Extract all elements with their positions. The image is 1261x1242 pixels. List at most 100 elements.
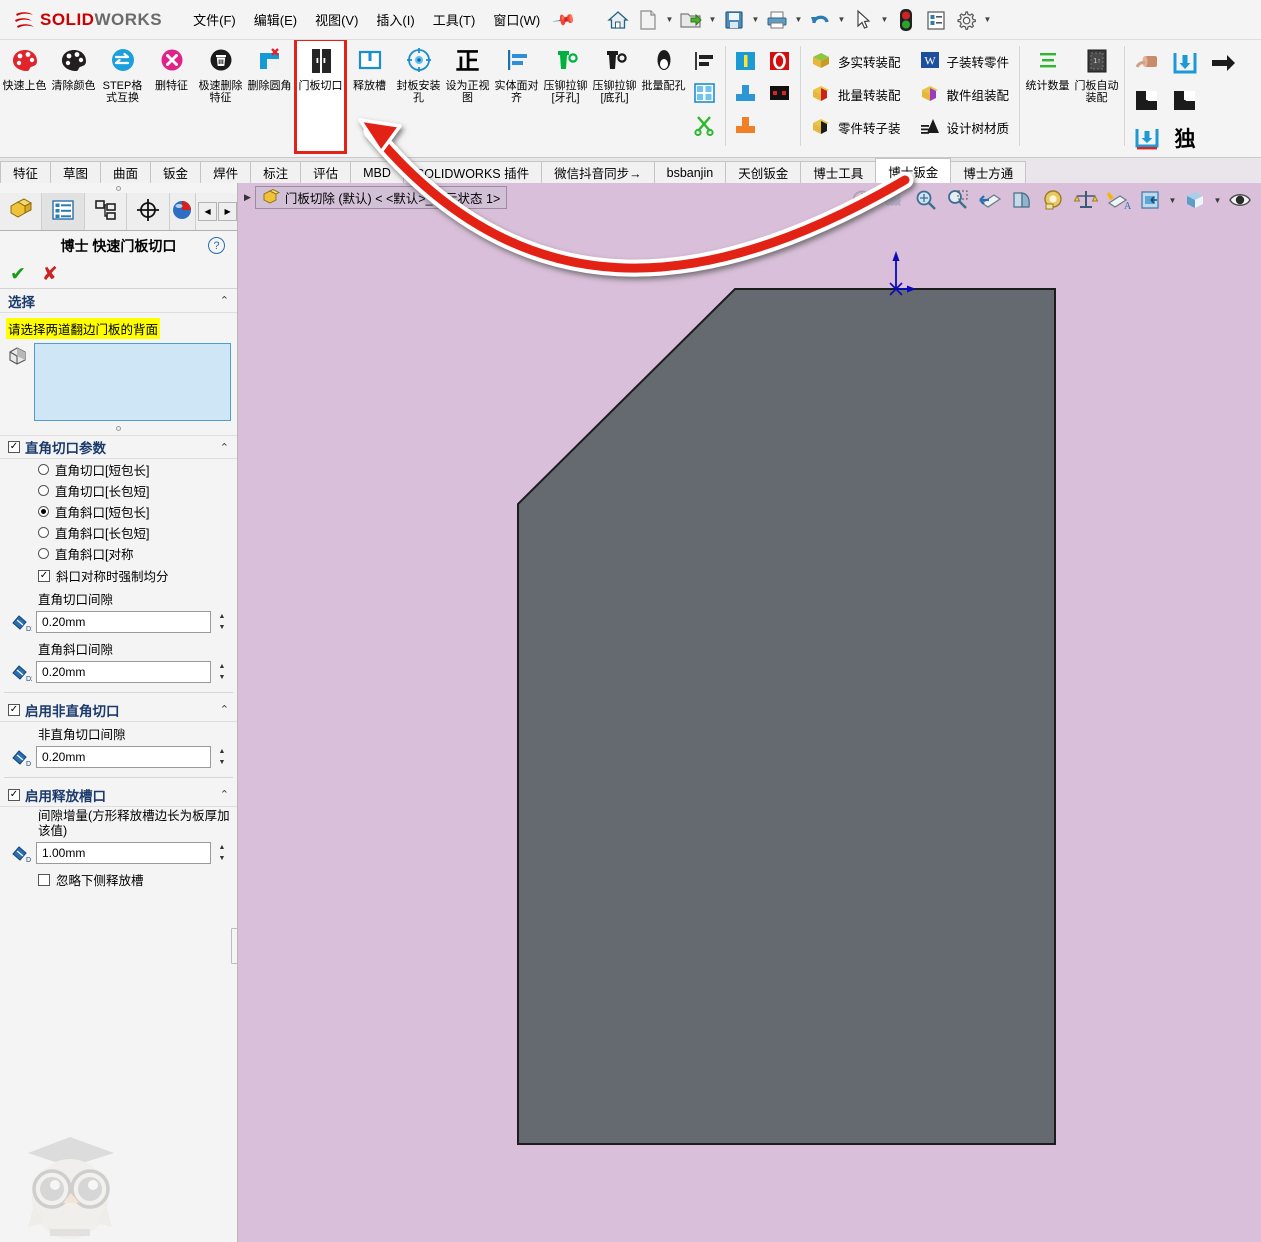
radio-right-angle-bevel-short-wrap-long[interactable] (38, 506, 49, 517)
ribbon-button-delete-fillet[interactable]: 删除圆角 (245, 40, 294, 152)
menu-file[interactable]: 文件(F) (184, 7, 245, 32)
ribbon-button-set-front-view[interactable]: 正 设为正视图 (443, 40, 492, 152)
select-arrow-caret-icon[interactable]: ▼ (879, 5, 890, 35)
ribbon-button-subassembly-to-part[interactable]: W 子装转零件 (913, 46, 1016, 76)
property-manager-tab[interactable] (42, 193, 85, 230)
radio-right-angle-bevel-long-wrap-short[interactable] (38, 527, 49, 538)
ribbon-button-quick-color[interactable]: 快速上色 (0, 40, 49, 152)
spin-up-icon[interactable]: ▲ (215, 661, 229, 672)
checkbox-force-equal-split-row[interactable]: ✓ 斜口对称时强制均分 (0, 564, 237, 587)
section-checkbox[interactable]: ✓ (8, 441, 20, 453)
cancel-button[interactable]: ✘ (42, 265, 58, 284)
spin-down-icon[interactable]: ▼ (215, 853, 229, 864)
section-checkbox[interactable]: ✓ (8, 703, 20, 716)
rebuild-traffic-light-icon[interactable] (892, 5, 920, 35)
blue-insert-down-icon[interactable] (1166, 44, 1204, 82)
open-folder-icon[interactable] (677, 5, 705, 35)
blue-tee-icon[interactable] (729, 78, 763, 108)
tab-features[interactable]: 特征 (0, 161, 52, 183)
ribbon-button-count-quantity[interactable]: 统计数量 (1023, 40, 1072, 152)
ribbon-button-face-align[interactable]: 实体面对齐 (492, 40, 541, 152)
ribbon-button-multibody-to-assembly[interactable]: 多实转装配 (804, 46, 907, 76)
display-manager-tab[interactable] (169, 193, 197, 230)
ribbon-button-batch-to-assembly[interactable]: 批量转装配 (804, 79, 907, 109)
tab-annotation[interactable]: 标注 (250, 161, 302, 183)
spinner-right-angle-gap[interactable]: ▲ ▼ (215, 611, 229, 633)
save-icon[interactable] (720, 5, 748, 35)
menu-edit[interactable]: 编辑(E) (245, 7, 306, 32)
select-arrow-icon[interactable] (849, 5, 877, 35)
input-right-angle-gap[interactable]: 0.20mm (36, 611, 211, 633)
checkbox-ignore-bottom-relief-row[interactable]: 忽略下侧释放槽 (0, 868, 237, 891)
spin-down-icon[interactable]: ▼ (215, 672, 229, 683)
radio-option-row[interactable]: 直角切口[短包长] (0, 459, 237, 480)
ribbon-button-fast-delete-feature[interactable]: 极速删除特征 (196, 40, 245, 152)
dimxpert-tab[interactable] (127, 193, 170, 230)
selection-listbox[interactable] (34, 343, 231, 421)
chevron-up-icon[interactable]: ⌃ (220, 441, 229, 454)
ribbon-button-clear-color[interactable]: 清除颜色 (49, 40, 98, 152)
panel-tab-prev[interactable]: ◀ (198, 202, 218, 221)
undo-caret-icon[interactable]: ▼ (836, 5, 847, 35)
red-o-icon[interactable] (763, 46, 797, 76)
new-document-icon[interactable] (634, 5, 662, 35)
section-header-selection[interactable]: 选择 ⌃ (0, 289, 237, 313)
roller-icon[interactable] (1128, 44, 1166, 82)
ribbon-button-rivet-bottom-hole[interactable]: 压铆拉铆[底孔] (590, 40, 639, 152)
ribbon-button-batch-hole-match[interactable]: 批量配孔 (639, 40, 688, 152)
black-right-arrow-icon[interactable] (1204, 44, 1242, 82)
tab-boshi-tools[interactable]: 博士工具 (800, 161, 877, 183)
tab-mbd[interactable]: MBD (350, 161, 404, 183)
chevron-up-icon[interactable]: ⌃ (220, 294, 229, 307)
print-caret-icon[interactable]: ▼ (793, 5, 804, 35)
ribbon-button-relief-slot[interactable]: 释放槽 (345, 40, 394, 152)
graphics-area[interactable]: ▶ 门板切除 (默认) < <默认>_显示状态 1> A ▼ ▼ (238, 183, 1261, 1242)
ribbon-button-cover-mount-hole[interactable]: 封板安装孔 (394, 40, 443, 152)
tab-surfaces[interactable]: 曲面 (100, 161, 152, 183)
section-header-right-angle-params[interactable]: ✓ 直角切口参数 ⌃ (0, 435, 237, 459)
feature-tree-tab[interactable] (0, 193, 43, 230)
blue-grid-icon[interactable] (688, 78, 722, 108)
menu-insert[interactable]: 插入(I) (367, 7, 423, 32)
input-non-right-angle-gap[interactable]: 0.20mm (36, 746, 211, 768)
ribbon-button-loose-parts-assembly[interactable]: 散件组装配 (913, 79, 1016, 109)
tab-sketch[interactable]: 草图 (50, 161, 102, 183)
radio-right-angle-bevel-symmetric[interactable] (38, 548, 49, 559)
settings-gear-icon[interactable] (952, 5, 980, 35)
orange-tee-icon[interactable] (729, 110, 763, 140)
panel-grip[interactable] (0, 183, 237, 193)
ribbon-button-door-panel-cut[interactable]: 门板切口 (294, 40, 347, 154)
tab-solidworks-addins[interactable]: SOLIDWORKS 插件 (402, 161, 543, 183)
help-icon[interactable]: ? (208, 237, 225, 254)
tab-bsbanjin[interactable]: bsbanjin (653, 161, 727, 183)
align-bars-icon[interactable] (688, 46, 722, 76)
ribbon-button-door-auto-assembly[interactable]: 1↑ 门板自动装配 (1072, 40, 1121, 152)
radio-option-row[interactable]: 直角切口[长包短] (0, 480, 237, 501)
black-notch-right-icon[interactable] (1166, 82, 1204, 120)
tab-tianchuang-sheetmetal[interactable]: 天创钣金 (725, 161, 802, 183)
panel-tab-next[interactable]: ▶ (218, 202, 237, 221)
chevron-up-icon[interactable]: ⌃ (220, 788, 229, 801)
spin-up-icon[interactable]: ▲ (215, 842, 229, 853)
radio-right-angle-cut-short-wrap-long[interactable] (38, 464, 49, 475)
du-char-icon[interactable]: 独 (1166, 120, 1204, 157)
home-icon[interactable] (604, 5, 632, 35)
ribbon-button-rivet-thread-hole[interactable]: 压铆拉铆[牙孔] (541, 40, 590, 152)
pin-icon[interactable]: 📌 (552, 7, 578, 33)
radio-right-angle-cut-long-wrap-short[interactable] (38, 485, 49, 496)
spin-down-icon[interactable]: ▼ (215, 622, 229, 633)
configuration-manager-tab[interactable] (84, 193, 128, 230)
tab-sheetmetal[interactable]: 钣金 (150, 161, 202, 183)
open-folder-caret-icon[interactable]: ▼ (707, 5, 718, 35)
tab-boshi-sheetmetal[interactable]: 博士钣金 (875, 158, 952, 183)
model-3d-view[interactable] (238, 183, 1258, 1213)
section-checkbox[interactable]: ✓ (8, 788, 20, 801)
radio-option-row[interactable]: 直角斜口[短包长] (0, 501, 237, 522)
undo-icon[interactable] (806, 5, 834, 35)
green-scissors-icon[interactable] (688, 110, 722, 140)
black-notch-left-icon[interactable] (1128, 82, 1166, 120)
print-icon[interactable] (763, 5, 791, 35)
section-header-non-right-angle[interactable]: ✓ 启用非直角切口 ⌃ (0, 698, 237, 722)
menu-tools[interactable]: 工具(T) (424, 7, 485, 32)
ribbon-button-part-to-subassembly[interactable]: 零件转子装 (804, 112, 907, 142)
